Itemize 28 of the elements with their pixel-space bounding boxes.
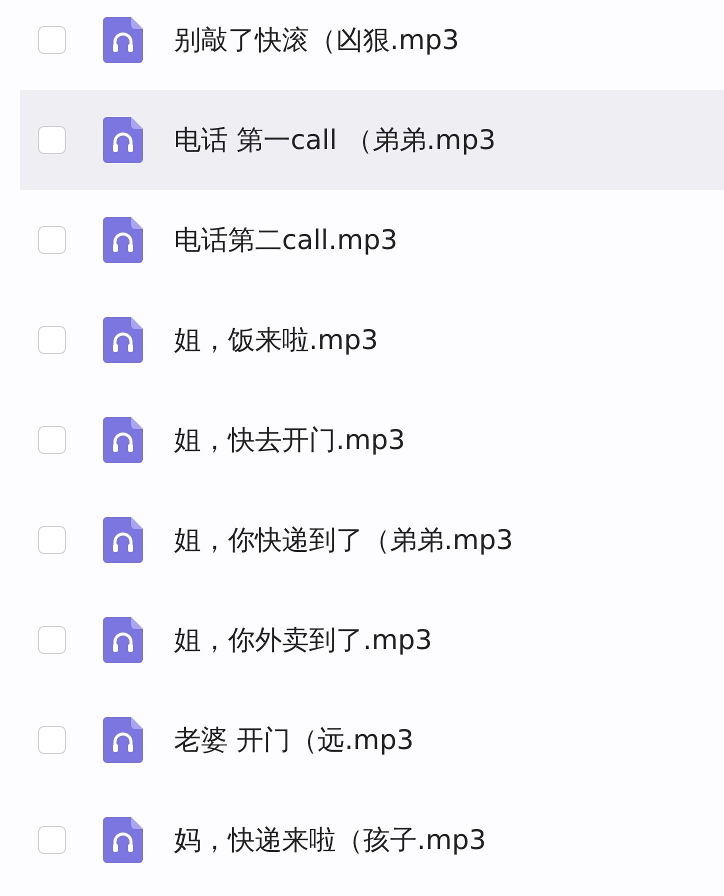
audio-file-icon xyxy=(103,817,143,863)
file-name: 别敲了快滚（凶狠.mp3 xyxy=(174,24,460,58)
audio-file-icon xyxy=(103,717,143,763)
checkbox[interactable] xyxy=(38,226,66,254)
file-name: 姐，饭来啦.mp3 xyxy=(174,324,378,358)
checkbox[interactable] xyxy=(38,826,66,854)
checkbox[interactable] xyxy=(38,726,66,754)
file-name: 姐，快去开门.mp3 xyxy=(174,424,406,458)
checkbox[interactable] xyxy=(38,126,66,154)
file-row[interactable]: 电话 第一call （弟弟.mp3 xyxy=(20,90,724,190)
file-name: 姐，你外卖到了.mp3 xyxy=(174,624,432,658)
audio-file-icon xyxy=(103,417,143,463)
audio-file-icon xyxy=(103,317,143,363)
audio-file-icon xyxy=(103,17,143,63)
file-name: 妈，快递来啦（孩子.mp3 xyxy=(174,824,486,858)
checkbox[interactable] xyxy=(38,626,66,654)
audio-file-icon xyxy=(103,517,143,563)
file-name: 姐，你快递到了（弟弟.mp3 xyxy=(174,524,514,558)
file-name: 电话第二call.mp3 xyxy=(174,224,398,258)
checkbox[interactable] xyxy=(38,26,66,54)
checkbox[interactable] xyxy=(38,426,66,454)
audio-file-icon xyxy=(103,117,143,163)
checkbox[interactable] xyxy=(38,326,66,354)
file-name: 电话 第一call （弟弟.mp3 xyxy=(174,124,496,158)
audio-file-icon xyxy=(103,217,143,263)
audio-file-icon xyxy=(103,617,143,663)
file-name: 老婆 开门（远.mp3 xyxy=(174,724,414,758)
checkbox[interactable] xyxy=(38,526,66,554)
